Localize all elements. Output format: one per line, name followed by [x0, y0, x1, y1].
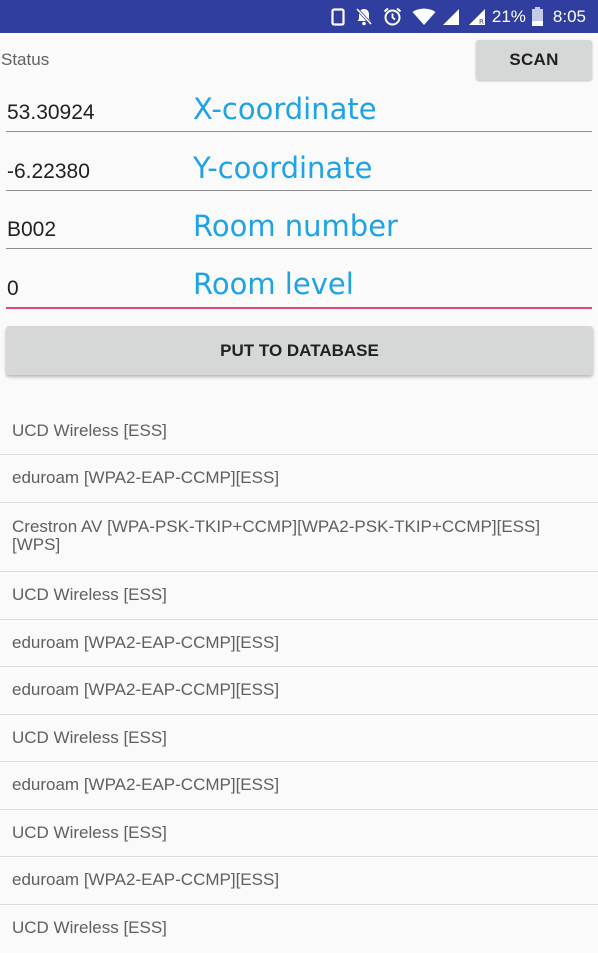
room-level-value: 0 — [7, 277, 19, 300]
svg-text:R: R — [479, 18, 484, 26]
list-item[interactable]: UCD Wireless [ESS] — [0, 905, 598, 953]
alarm-icon — [383, 7, 402, 26]
list-item[interactable]: UCD Wireless [ESS] — [0, 408, 598, 455]
room-number-value: B002 — [7, 218, 57, 241]
x-coordinate-annotation: X-coordinate — [193, 92, 377, 126]
status-bar: R 21% 8:05 — [0, 0, 598, 33]
signal-icon — [442, 8, 460, 26]
list-item[interactable]: UCD Wireless [ESS] — [0, 715, 598, 762]
list-item[interactable]: eduroam [WPA2-EAP-CCMP][ESS] — [0, 455, 598, 503]
mute-icon — [355, 7, 373, 26]
wifi-icon — [412, 8, 436, 26]
clock: 8:05 — [552, 6, 586, 26]
list-item[interactable]: eduroam [WPA2-EAP-CCMP][ESS] — [0, 620, 598, 667]
battery-icon — [531, 7, 543, 26]
list-item[interactable]: eduroam [WPA2-EAP-CCMP][ESS] — [0, 667, 598, 715]
scan-button[interactable]: SCAN — [476, 40, 592, 80]
list-item[interactable]: UCD Wireless [ESS] — [0, 572, 598, 620]
wifi-results-list: UCD Wireless [ESS] eduroam [WPA2-EAP-CCM… — [0, 408, 598, 953]
list-item[interactable]: eduroam [WPA2-EAP-CCMP][ESS] — [0, 857, 598, 905]
y-coordinate-value: -6.22380 — [7, 160, 90, 183]
y-coordinate-annotation: Y-coordinate — [193, 151, 373, 185]
list-item[interactable]: eduroam [WPA2-EAP-CCMP][ESS] — [0, 762, 598, 810]
status-label: Status — [1, 50, 50, 69]
vibrate-icon — [331, 7, 345, 26]
room-level-annotation: Room level — [193, 267, 354, 301]
x-coordinate-value: 53.30924 — [7, 101, 95, 124]
room-number-annotation: Room number — [193, 209, 398, 243]
list-item[interactable]: UCD Wireless [ESS] — [0, 810, 598, 857]
signal-roaming-icon: R — [468, 8, 486, 26]
list-item[interactable]: Crestron AV [WPA-PSK-TKIP+CCMP][WPA2-PSK… — [0, 503, 598, 572]
battery-percent: 21% — [491, 6, 526, 26]
put-to-database-button[interactable]: PUT TO DATABASE — [6, 326, 593, 375]
